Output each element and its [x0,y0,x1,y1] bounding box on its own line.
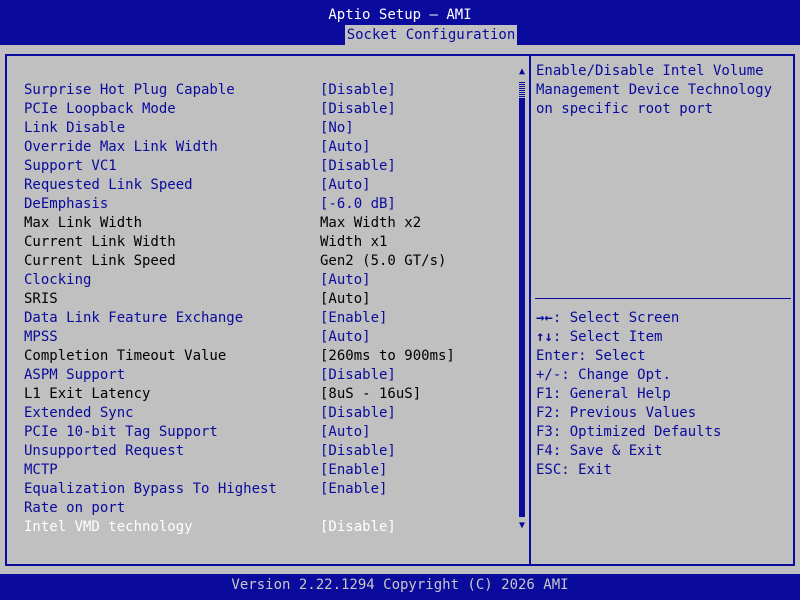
key-hint: ↑↓: Select Item [536,328,662,347]
key-name: F3 [536,424,553,440]
setting-value[interactable]: [Enable] [320,309,387,328]
setting-label: PCIe Loopback Mode [24,101,176,117]
setting-value[interactable]: [Disable] [320,442,396,461]
key-description: : General Help [552,386,671,402]
setting-label: L1 Exit Latency [24,386,151,402]
setting-label: SRIS [24,291,58,307]
setting-value: Width x1 [320,234,388,250]
setting-label: Completion Timeout Value [24,348,227,364]
setting-value[interactable]: [No] [320,119,354,138]
scroll-up-icon[interactable]: ▲ [517,66,527,78]
key-name: →← [536,310,553,326]
setting-value[interactable]: [Disable] [320,518,396,537]
key-hint: →←: Select Screen [536,309,679,328]
setting-value[interactable]: [Auto] [320,423,371,442]
key-description: : Select Item [552,329,663,345]
setting-label: ASPM Support [24,367,126,383]
key-description: : Previous Values [552,405,697,421]
key-name: F2 [536,405,553,421]
key-description: : Select [578,348,646,364]
setting-label: Equalization Bypass To Highest [24,481,277,497]
setting-label: Surprise Hot Plug Capable [24,82,235,98]
setting-label: Link Disable [24,120,126,136]
setting-value[interactable]: [Disable] [320,100,396,119]
title-bar: Aptio Setup – AMI Socket Configuration [0,0,800,45]
setting-label: Max Link Width [24,215,143,231]
panel-divider [529,54,531,566]
setting-value[interactable]: [Disable] [320,366,396,385]
key-hint: F3: Optimized Defaults [536,423,721,442]
key-hint: ESC: Exit [536,461,612,480]
version-footer: Version 2.22.1294 Copyright (C) 2026 AMI [0,574,800,600]
setting-label: Requested Link Speed [24,177,193,193]
setting-label: Rate on port [24,500,126,516]
key-name: Enter [536,348,579,364]
setting-value[interactable]: [Enable] [320,461,387,480]
scroll-track[interactable] [519,81,525,517]
key-name: +/- [536,367,562,383]
setting-value[interactable]: [Auto] [320,138,371,157]
setting-value: [260ms to 900ms] [320,348,455,364]
setting-value: Gen2 (5.0 GT/s) [320,253,447,269]
help-description: Enable/Disable Intel Volume Management D… [536,63,773,117]
setting-value: [Auto] [320,291,371,307]
key-description: : Optimized Defaults [552,424,722,440]
setting-value[interactable]: [Auto] [320,176,371,195]
setting-label: MPSS [24,329,58,345]
key-name: ESC [536,462,562,478]
key-description: : Exit [561,462,612,478]
key-description: : Change Opt. [561,367,671,383]
key-hint: F1: General Help [536,385,671,404]
key-description: : Save & Exit [552,443,663,459]
setting-label: MCTP [24,462,58,478]
setting-label: DeEmphasis [24,196,109,212]
setting-label: Unsupported Request [24,443,185,459]
key-name: ↑↓ [536,329,553,345]
setting-label: PCIe 10-bit Tag Support [24,424,218,440]
setting-value[interactable]: [Auto] [320,271,371,290]
setting-value[interactable]: [-6.0 dB] [320,195,396,214]
setting-label: Support VC1 [24,158,117,174]
key-description: : Select Screen [552,310,680,326]
setting-label: Current Link Speed [24,253,176,269]
key-name: F4 [536,443,553,459]
setting-label: Clocking [24,272,92,288]
setting-value[interactable]: [Disable] [320,81,396,100]
key-hint: F4: Save & Exit [536,442,662,461]
setting-value[interactable]: [Auto] [320,328,371,347]
setting-label: Extended Sync [24,405,134,421]
setting-value[interactable]: [Enable] [320,480,387,499]
key-hint: F2: Previous Values [536,404,696,423]
setting-label: Current Link Width [24,234,176,250]
help-divider [535,298,791,299]
setting-value: [8uS - 16uS] [320,386,422,402]
scroll-down-icon[interactable]: ▼ [517,520,527,532]
app-title: Aptio Setup – AMI [328,7,472,23]
scroll-thumb[interactable] [519,81,525,99]
key-hint: Enter: Select [536,347,646,366]
setting-label: Override Max Link Width [24,139,218,155]
setting-value: Max Width x2 [320,215,422,231]
setting-label: Data Link Feature Exchange [24,310,244,326]
scrollbar[interactable]: ▲ ▼ [517,66,527,534]
key-hint: +/-: Change Opt. [536,366,671,385]
setting-label: Intel VMD technology [24,519,193,535]
setting-value[interactable]: [Disable] [320,157,396,176]
setting-value[interactable]: [Disable] [320,404,396,423]
tab-socket-configuration[interactable]: Socket Configuration [345,25,517,45]
key-name: F1 [536,386,553,402]
